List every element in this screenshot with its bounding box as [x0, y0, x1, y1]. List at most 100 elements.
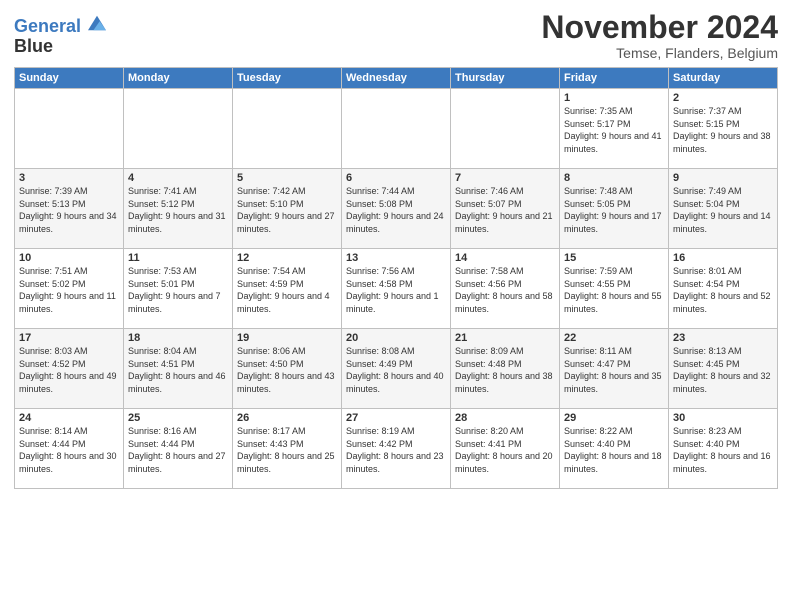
table-row: 18Sunrise: 8:04 AM Sunset: 4:51 PM Dayli…: [124, 329, 233, 409]
table-row: 21Sunrise: 8:09 AM Sunset: 4:48 PM Dayli…: [451, 329, 560, 409]
table-row: 27Sunrise: 8:19 AM Sunset: 4:42 PM Dayli…: [342, 409, 451, 489]
day-info: Sunrise: 8:06 AM Sunset: 4:50 PM Dayligh…: [237, 345, 337, 395]
header-thursday: Thursday: [451, 68, 560, 89]
day-info: Sunrise: 8:23 AM Sunset: 4:40 PM Dayligh…: [673, 425, 773, 475]
table-row: 22Sunrise: 8:11 AM Sunset: 4:47 PM Dayli…: [560, 329, 669, 409]
day-info: Sunrise: 7:37 AM Sunset: 5:15 PM Dayligh…: [673, 105, 773, 155]
day-number: 7: [455, 172, 555, 184]
table-row: 6Sunrise: 7:44 AM Sunset: 5:08 PM Daylig…: [342, 169, 451, 249]
day-number: 25: [128, 412, 228, 424]
day-number: 29: [564, 412, 664, 424]
day-number: 3: [19, 172, 119, 184]
table-row: 28Sunrise: 8:20 AM Sunset: 4:41 PM Dayli…: [451, 409, 560, 489]
table-row: 24Sunrise: 8:14 AM Sunset: 4:44 PM Dayli…: [15, 409, 124, 489]
day-number: 20: [346, 332, 446, 344]
table-row: 1Sunrise: 7:35 AM Sunset: 5:17 PM Daylig…: [560, 89, 669, 169]
day-info: Sunrise: 7:48 AM Sunset: 5:05 PM Dayligh…: [564, 185, 664, 235]
table-row: 12Sunrise: 7:54 AM Sunset: 4:59 PM Dayli…: [233, 249, 342, 329]
table-row: [451, 89, 560, 169]
day-info: Sunrise: 8:13 AM Sunset: 4:45 PM Dayligh…: [673, 345, 773, 395]
table-row: 23Sunrise: 8:13 AM Sunset: 4:45 PM Dayli…: [669, 329, 778, 409]
day-info: Sunrise: 8:19 AM Sunset: 4:42 PM Dayligh…: [346, 425, 446, 475]
day-number: 21: [455, 332, 555, 344]
day-number: 6: [346, 172, 446, 184]
table-row: 10Sunrise: 7:51 AM Sunset: 5:02 PM Dayli…: [15, 249, 124, 329]
day-info: Sunrise: 7:41 AM Sunset: 5:12 PM Dayligh…: [128, 185, 228, 235]
day-info: Sunrise: 7:56 AM Sunset: 4:58 PM Dayligh…: [346, 265, 446, 315]
day-number: 26: [237, 412, 337, 424]
table-row: 7Sunrise: 7:46 AM Sunset: 5:07 PM Daylig…: [451, 169, 560, 249]
day-number: 4: [128, 172, 228, 184]
day-number: 13: [346, 252, 446, 264]
table-row: 2Sunrise: 7:37 AM Sunset: 5:15 PM Daylig…: [669, 89, 778, 169]
table-row: 9Sunrise: 7:49 AM Sunset: 5:04 PM Daylig…: [669, 169, 778, 249]
day-info: Sunrise: 8:14 AM Sunset: 4:44 PM Dayligh…: [19, 425, 119, 475]
day-info: Sunrise: 7:51 AM Sunset: 5:02 PM Dayligh…: [19, 265, 119, 315]
day-number: 18: [128, 332, 228, 344]
table-row: 13Sunrise: 7:56 AM Sunset: 4:58 PM Dayli…: [342, 249, 451, 329]
day-info: Sunrise: 7:44 AM Sunset: 5:08 PM Dayligh…: [346, 185, 446, 235]
day-number: 2: [673, 92, 773, 104]
table-row: 3Sunrise: 7:39 AM Sunset: 5:13 PM Daylig…: [15, 169, 124, 249]
calendar-week-row: 3Sunrise: 7:39 AM Sunset: 5:13 PM Daylig…: [15, 169, 778, 249]
table-row: [15, 89, 124, 169]
day-number: 24: [19, 412, 119, 424]
header: General Blue November 2024 Temse, Flande…: [14, 10, 778, 61]
day-number: 27: [346, 412, 446, 424]
day-info: Sunrise: 7:59 AM Sunset: 4:55 PM Dayligh…: [564, 265, 664, 315]
header-monday: Monday: [124, 68, 233, 89]
table-row: 15Sunrise: 7:59 AM Sunset: 4:55 PM Dayli…: [560, 249, 669, 329]
day-info: Sunrise: 7:53 AM Sunset: 5:01 PM Dayligh…: [128, 265, 228, 315]
day-number: 9: [673, 172, 773, 184]
day-info: Sunrise: 7:42 AM Sunset: 5:10 PM Dayligh…: [237, 185, 337, 235]
page-container: General Blue November 2024 Temse, Flande…: [0, 0, 792, 612]
table-row: [124, 89, 233, 169]
logo-line2: Blue: [14, 37, 106, 57]
day-info: Sunrise: 8:22 AM Sunset: 4:40 PM Dayligh…: [564, 425, 664, 475]
header-saturday: Saturday: [669, 68, 778, 89]
header-wednesday: Wednesday: [342, 68, 451, 89]
table-row: 16Sunrise: 8:01 AM Sunset: 4:54 PM Dayli…: [669, 249, 778, 329]
table-row: 19Sunrise: 8:06 AM Sunset: 4:50 PM Dayli…: [233, 329, 342, 409]
logo-icon: [88, 14, 106, 32]
day-number: 12: [237, 252, 337, 264]
day-info: Sunrise: 8:01 AM Sunset: 4:54 PM Dayligh…: [673, 265, 773, 315]
header-tuesday: Tuesday: [233, 68, 342, 89]
header-friday: Friday: [560, 68, 669, 89]
day-number: 23: [673, 332, 773, 344]
day-info: Sunrise: 7:49 AM Sunset: 5:04 PM Dayligh…: [673, 185, 773, 235]
day-number: 14: [455, 252, 555, 264]
table-row: 14Sunrise: 7:58 AM Sunset: 4:56 PM Dayli…: [451, 249, 560, 329]
day-info: Sunrise: 7:58 AM Sunset: 4:56 PM Dayligh…: [455, 265, 555, 315]
location-subtitle: Temse, Flanders, Belgium: [541, 45, 778, 61]
calendar-week-row: 10Sunrise: 7:51 AM Sunset: 5:02 PM Dayli…: [15, 249, 778, 329]
calendar-week-row: 17Sunrise: 8:03 AM Sunset: 4:52 PM Dayli…: [15, 329, 778, 409]
table-row: 5Sunrise: 7:42 AM Sunset: 5:10 PM Daylig…: [233, 169, 342, 249]
table-row: 4Sunrise: 7:41 AM Sunset: 5:12 PM Daylig…: [124, 169, 233, 249]
day-info: Sunrise: 8:09 AM Sunset: 4:48 PM Dayligh…: [455, 345, 555, 395]
table-row: 26Sunrise: 8:17 AM Sunset: 4:43 PM Dayli…: [233, 409, 342, 489]
day-number: 22: [564, 332, 664, 344]
day-number: 16: [673, 252, 773, 264]
weekday-header-row: Sunday Monday Tuesday Wednesday Thursday…: [15, 68, 778, 89]
table-row: [233, 89, 342, 169]
day-info: Sunrise: 7:35 AM Sunset: 5:17 PM Dayligh…: [564, 105, 664, 155]
day-info: Sunrise: 8:20 AM Sunset: 4:41 PM Dayligh…: [455, 425, 555, 475]
calendar-week-row: 24Sunrise: 8:14 AM Sunset: 4:44 PM Dayli…: [15, 409, 778, 489]
day-number: 1: [564, 92, 664, 104]
header-sunday: Sunday: [15, 68, 124, 89]
table-row: 8Sunrise: 7:48 AM Sunset: 5:05 PM Daylig…: [560, 169, 669, 249]
table-row: 20Sunrise: 8:08 AM Sunset: 4:49 PM Dayli…: [342, 329, 451, 409]
day-number: 15: [564, 252, 664, 264]
table-row: 17Sunrise: 8:03 AM Sunset: 4:52 PM Dayli…: [15, 329, 124, 409]
day-info: Sunrise: 8:03 AM Sunset: 4:52 PM Dayligh…: [19, 345, 119, 395]
day-number: 10: [19, 252, 119, 264]
table-row: 25Sunrise: 8:16 AM Sunset: 4:44 PM Dayli…: [124, 409, 233, 489]
day-info: Sunrise: 8:04 AM Sunset: 4:51 PM Dayligh…: [128, 345, 228, 395]
day-info: Sunrise: 7:39 AM Sunset: 5:13 PM Dayligh…: [19, 185, 119, 235]
title-block: November 2024 Temse, Flanders, Belgium: [541, 10, 778, 61]
day-number: 17: [19, 332, 119, 344]
logo: General Blue: [14, 14, 106, 57]
day-info: Sunrise: 7:46 AM Sunset: 5:07 PM Dayligh…: [455, 185, 555, 235]
calendar-week-row: 1Sunrise: 7:35 AM Sunset: 5:17 PM Daylig…: [15, 89, 778, 169]
